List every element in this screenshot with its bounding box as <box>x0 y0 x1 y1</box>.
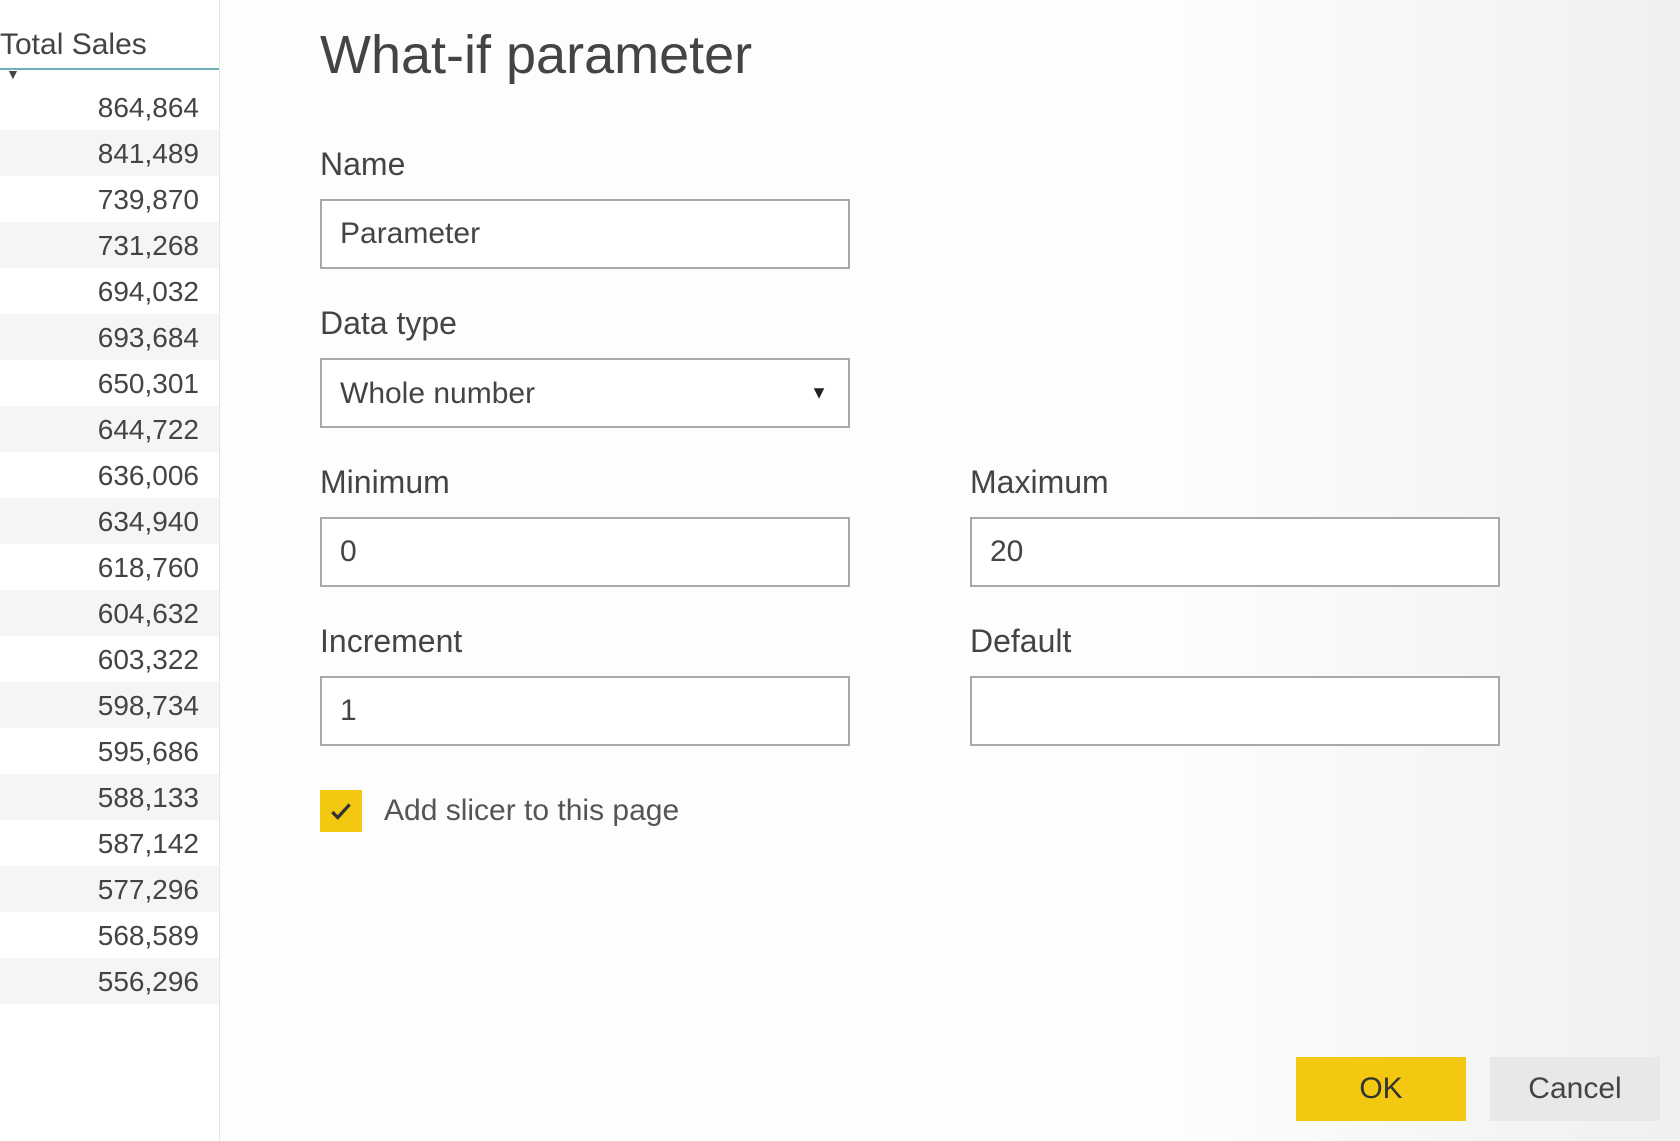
default-input[interactable] <box>970 676 1500 746</box>
data-type-select[interactable]: Whole number <box>320 358 850 428</box>
table-row[interactable]: 650,301 <box>0 360 219 406</box>
dialog-title: What-if parameter <box>320 24 1620 86</box>
increment-input[interactable] <box>320 676 850 746</box>
table-row[interactable]: 634,940 <box>0 498 219 544</box>
label-minimum: Minimum <box>320 464 850 501</box>
minimum-input[interactable] <box>320 517 850 587</box>
sort-desc-icon: ▼ <box>6 66 20 82</box>
label-increment: Increment <box>320 623 850 660</box>
column-header-total-sales[interactable]: Total Sales ▼ <box>0 28 219 70</box>
table-row[interactable]: 568,589 <box>0 912 219 958</box>
dialog-footer: OK Cancel <box>1296 1057 1660 1121</box>
table-row[interactable]: 603,322 <box>0 636 219 682</box>
table-row[interactable]: 731,268 <box>0 222 219 268</box>
what-if-parameter-dialog: What-if parameter Name Data type Whole n… <box>220 0 1680 1141</box>
table-row[interactable]: 644,722 <box>0 406 219 452</box>
table-row[interactable]: 693,684 <box>0 314 219 360</box>
table-row[interactable]: 864,864 <box>0 84 219 130</box>
table-row[interactable]: 636,006 <box>0 452 219 498</box>
table-row[interactable]: 739,870 <box>0 176 219 222</box>
add-slicer-row: Add slicer to this page <box>320 790 1500 832</box>
field-default: Default <box>970 623 1500 746</box>
label-maximum: Maximum <box>970 464 1500 501</box>
table-row[interactable]: 556,296 <box>0 958 219 1004</box>
table-row[interactable]: 588,133 <box>0 774 219 820</box>
name-input[interactable] <box>320 199 850 269</box>
check-icon <box>328 798 354 824</box>
ok-button[interactable]: OK <box>1296 1057 1466 1121</box>
maximum-input[interactable] <box>970 517 1500 587</box>
label-name: Name <box>320 146 850 183</box>
table-row[interactable]: 604,632 <box>0 590 219 636</box>
table-row[interactable]: 587,142 <box>0 820 219 866</box>
cancel-button[interactable]: Cancel <box>1490 1057 1660 1121</box>
label-default: Default <box>970 623 1500 660</box>
field-minimum: Minimum <box>320 464 850 587</box>
total-sales-column: Total Sales ▼ 864,864841,489739,870731,2… <box>0 0 220 1141</box>
column-header-label: Total Sales <box>0 28 147 61</box>
table-row[interactable]: 618,760 <box>0 544 219 590</box>
field-data-type: Data type Whole number ▼ <box>320 305 850 428</box>
table-row[interactable]: 841,489 <box>0 130 219 176</box>
table-row[interactable]: 598,734 <box>0 682 219 728</box>
field-increment: Increment <box>320 623 850 746</box>
table-row[interactable]: 595,686 <box>0 728 219 774</box>
table-row[interactable]: 577,296 <box>0 866 219 912</box>
label-data-type: Data type <box>320 305 850 342</box>
total-sales-values: 864,864841,489739,870731,268694,032693,6… <box>0 84 219 1004</box>
table-row[interactable]: 694,032 <box>0 268 219 314</box>
add-slicer-checkbox[interactable] <box>320 790 362 832</box>
add-slicer-label: Add slicer to this page <box>384 794 679 828</box>
field-name: Name <box>320 146 850 269</box>
field-maximum: Maximum <box>970 464 1500 587</box>
